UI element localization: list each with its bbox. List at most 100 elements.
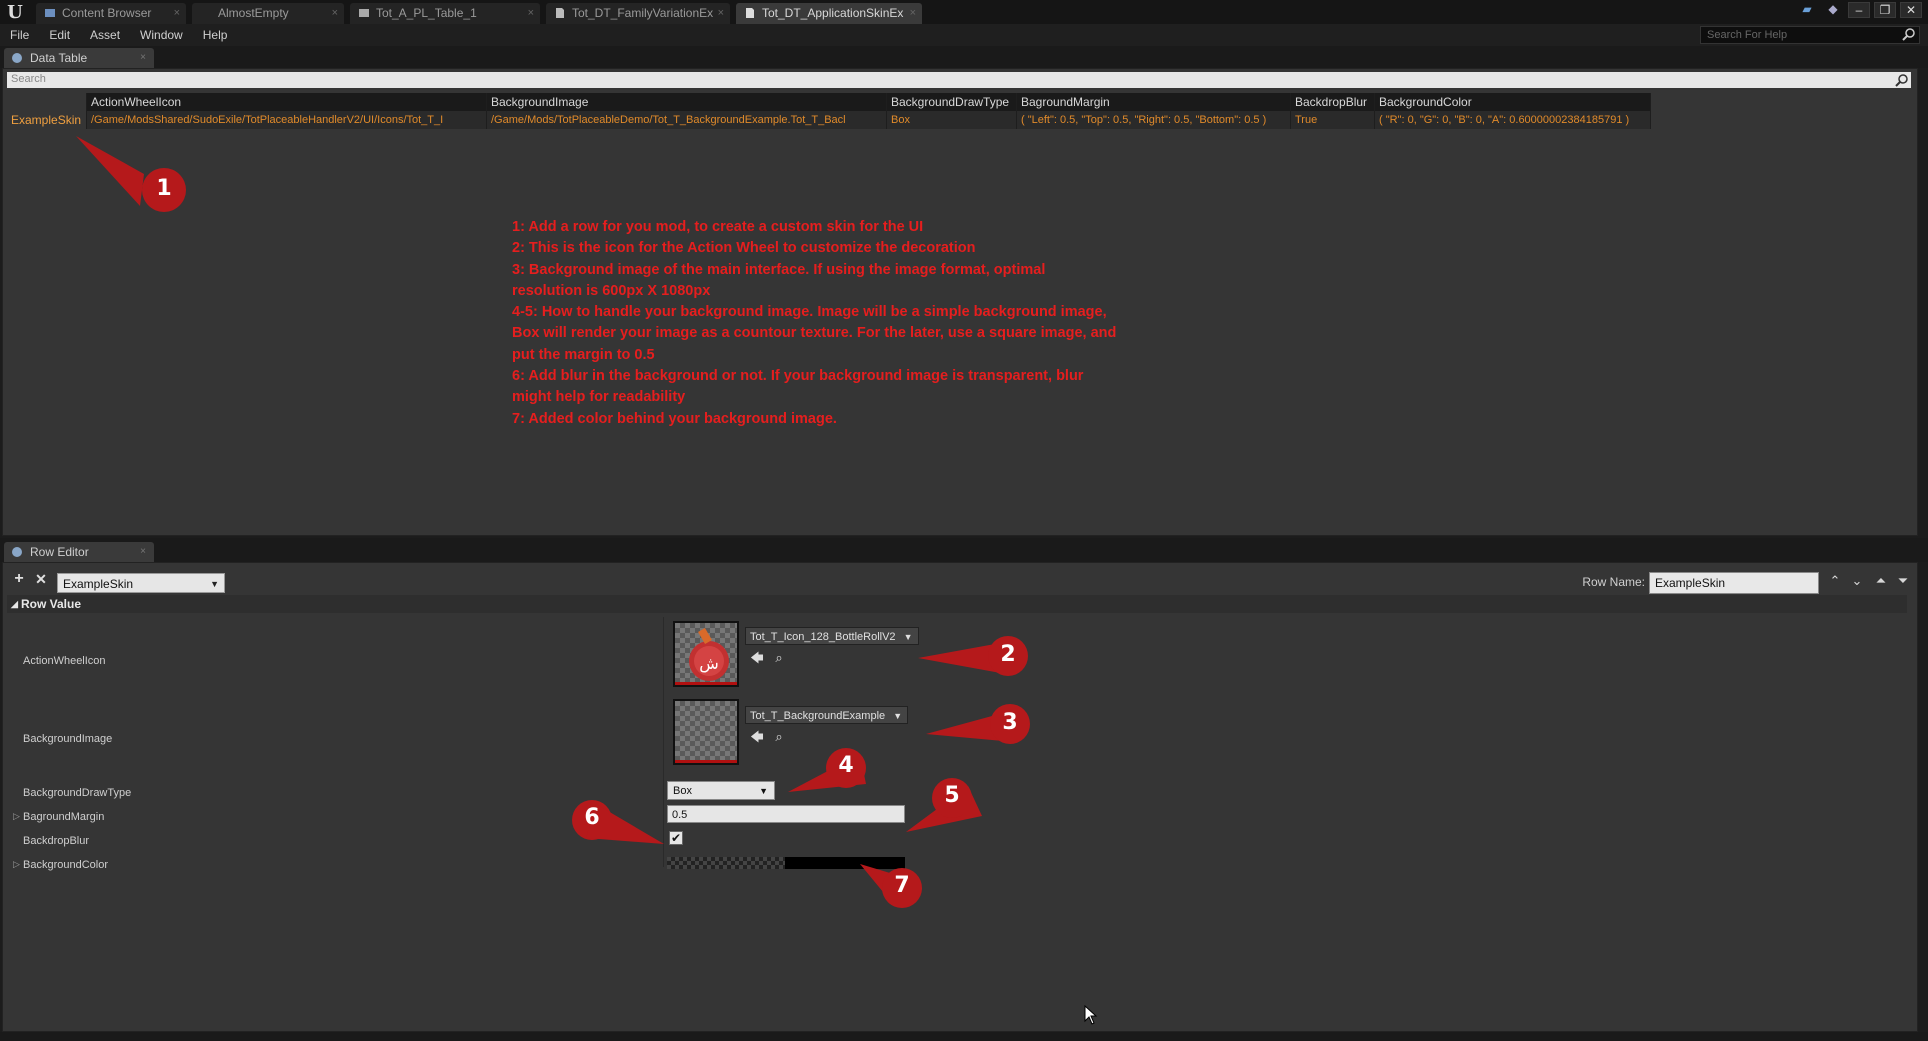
close-window-button[interactable]: ✕ xyxy=(1900,2,1922,18)
menu-help[interactable]: Help xyxy=(193,28,238,42)
browse-search-icon[interactable]: ⌕ xyxy=(771,650,787,666)
close-icon[interactable]: × xyxy=(718,3,724,24)
maximize-button[interactable]: ❐ xyxy=(1874,2,1896,18)
status-strip xyxy=(0,1032,1928,1041)
close-icon[interactable]: × xyxy=(140,48,146,68)
background-image-picker[interactable]: Tot_T_BackgroundExample ▼ xyxy=(745,706,909,724)
callout-arrow xyxy=(76,136,186,212)
menu-window[interactable]: Window xyxy=(130,28,193,42)
add-row-icon[interactable]: + xyxy=(11,571,27,587)
move-down-icon[interactable]: ⌄ xyxy=(1849,573,1865,589)
instruction-line: 6: Add blur in the background or not. If… xyxy=(512,368,1084,406)
callout-number: 5 xyxy=(944,783,960,808)
map-icon xyxy=(359,9,369,17)
callout-4: 4 xyxy=(786,748,896,798)
instruction-line: 2: This is the icon for the Action Wheel… xyxy=(512,240,976,257)
use-selected-icon[interactable]: 🡄 xyxy=(749,729,765,745)
tab-label: Tot_DT_ApplicationSkinEx xyxy=(762,6,904,20)
tab-label: AlmostEmpty xyxy=(218,6,289,20)
tutorial-icon[interactable]: ◆ xyxy=(1822,2,1844,18)
row-name-input[interactable]: ExampleSkin xyxy=(1649,572,1819,594)
chevron-down-icon: ▼ xyxy=(759,786,768,796)
close-icon[interactable]: × xyxy=(140,542,146,562)
title-bar: U Content Browser × AlmostEmpty × Tot_A_… xyxy=(0,0,1928,24)
row-name-cell[interactable]: ExampleSkin xyxy=(7,111,87,129)
move-top-icon[interactable]: ⏶ xyxy=(1873,573,1889,589)
column-header[interactable]: BackdropBlur xyxy=(1291,93,1375,111)
close-icon[interactable]: × xyxy=(528,3,534,24)
mouse-cursor-icon xyxy=(1084,1005,1098,1025)
tab-row-editor[interactable]: Row Editor × xyxy=(4,542,154,562)
collapse-icon: ◢ xyxy=(11,599,18,609)
row-select-dropdown[interactable]: ExampleSkin ▼ xyxy=(57,573,225,593)
property-label-background-color: BackgroundColor xyxy=(23,859,108,871)
table-icon xyxy=(12,53,22,63)
feedback-icon[interactable]: ▰ xyxy=(1796,2,1818,18)
action-wheel-icon-thumbnail[interactable]: ش xyxy=(673,621,739,687)
unreal-logo-icon: U xyxy=(7,1,23,23)
table-cell[interactable]: /Game/Mods/TotPlaceableDemo/Tot_T_Backgr… xyxy=(487,111,887,129)
remove-row-icon[interactable]: ✕ xyxy=(33,571,49,587)
instruction-line: 3: Background image of the main interfac… xyxy=(512,261,1046,299)
content-browser-icon xyxy=(45,9,55,17)
table-row[interactable]: ExampleSkin /Game/ModsShared/SudoExile/T… xyxy=(7,111,1651,129)
column-header[interactable]: BagroundMargin xyxy=(1017,93,1291,111)
table-cell[interactable]: True xyxy=(1291,111,1375,129)
menu-asset[interactable]: Asset xyxy=(80,28,130,42)
browse-search-icon[interactable]: ⌕ xyxy=(771,729,787,745)
action-wheel-icon-picker[interactable]: Tot_T_Icon_128_BottleRollV2 ▼ xyxy=(745,627,919,645)
row-name-label: Row Name: xyxy=(1582,575,1645,589)
chevron-down-icon: ▼ xyxy=(893,711,903,721)
close-icon[interactable]: × xyxy=(910,3,916,24)
draw-type-dropdown[interactable]: Box ▼ xyxy=(667,781,775,800)
callout-2: 2 xyxy=(916,634,1046,678)
instruction-notes: 1: Add a row for you mod, to create a cu… xyxy=(512,217,1202,430)
search-icon[interactable] xyxy=(1895,73,1909,87)
tab-content-browser[interactable]: Content Browser × xyxy=(36,3,186,24)
column-header[interactable]: BackgroundImage xyxy=(487,93,887,111)
column-header[interactable] xyxy=(7,93,87,111)
move-up-icon[interactable]: ⌃ xyxy=(1827,573,1843,589)
tab-tot-dt-applicationskinex[interactable]: Tot_DT_ApplicationSkinEx × xyxy=(736,3,922,24)
use-selected-icon[interactable]: 🡄 xyxy=(749,650,765,666)
background-image-thumbnail[interactable] xyxy=(673,699,739,765)
search-icon[interactable] xyxy=(1902,27,1916,41)
help-search-input[interactable]: Search For Help xyxy=(1700,26,1920,44)
row-editor-toolbar: + ✕ ExampleSkin ▼ Row Name: ExampleSkin … xyxy=(3,567,1919,594)
close-icon[interactable]: × xyxy=(332,3,338,24)
move-bottom-icon[interactable]: ⏷ xyxy=(1895,573,1911,589)
column-header[interactable]: ActionWheelIcon xyxy=(87,93,487,111)
callout-number: 1 xyxy=(156,176,172,201)
column-header[interactable]: BackgroundDrawType xyxy=(887,93,1017,111)
close-icon[interactable]: × xyxy=(174,3,180,24)
asset-name: Tot_T_Icon_128_BottleRollV2 xyxy=(750,631,896,643)
callout-6: 6 xyxy=(572,800,672,850)
tab-label: Content Browser xyxy=(62,6,152,20)
table-search-input[interactable]: Search xyxy=(7,72,1911,88)
tab-tot-dt-familyvariationex[interactable]: Tot_DT_FamilyVariationEx × xyxy=(546,3,730,24)
table-cell[interactable]: ( "R": 0, "G": 0, "B": 0, "A": 0.6000000… xyxy=(1375,111,1651,129)
document-icon xyxy=(746,8,754,18)
row-value-section[interactable]: ◢ Row Value xyxy=(7,595,1907,613)
property-label-backdrop-blur: BackdropBlur xyxy=(23,835,90,847)
tab-label: Data Table xyxy=(30,51,88,65)
menu-file[interactable]: File xyxy=(0,28,39,42)
minimize-button[interactable]: – xyxy=(1848,2,1870,18)
instruction-line: 4-5: How to handle your background image… xyxy=(512,304,1117,363)
tab-almostempty[interactable]: AlmostEmpty × xyxy=(192,3,344,24)
property-label-margin: BagroundMargin xyxy=(23,811,105,823)
asset-type-bar xyxy=(675,682,737,685)
column-header[interactable]: BackgroundColor xyxy=(1375,93,1651,111)
margin-input[interactable]: 0.5 xyxy=(667,805,905,823)
tab-data-table[interactable]: Data Table × xyxy=(4,48,154,68)
expand-icon[interactable]: ▷ xyxy=(13,811,20,822)
table-cell[interactable]: ( "Left": 0.5, "Top": 0.5, "Right": 0.5,… xyxy=(1017,111,1291,129)
tab-tot-a-pl-table[interactable]: Tot_A_PL_Table_1 × xyxy=(350,3,540,24)
table-cell[interactable]: Box xyxy=(887,111,1017,129)
instruction-line: 7: Added color behind your background im… xyxy=(512,410,837,427)
callout-number: 6 xyxy=(584,805,600,830)
table-cell[interactable]: /Game/ModsShared/SudoExile/TotPlaceableH… xyxy=(87,111,487,129)
expand-icon[interactable]: ▷ xyxy=(13,859,20,870)
menu-edit[interactable]: Edit xyxy=(39,28,80,42)
property-label-draw-type: BackgroundDrawType xyxy=(23,787,132,799)
